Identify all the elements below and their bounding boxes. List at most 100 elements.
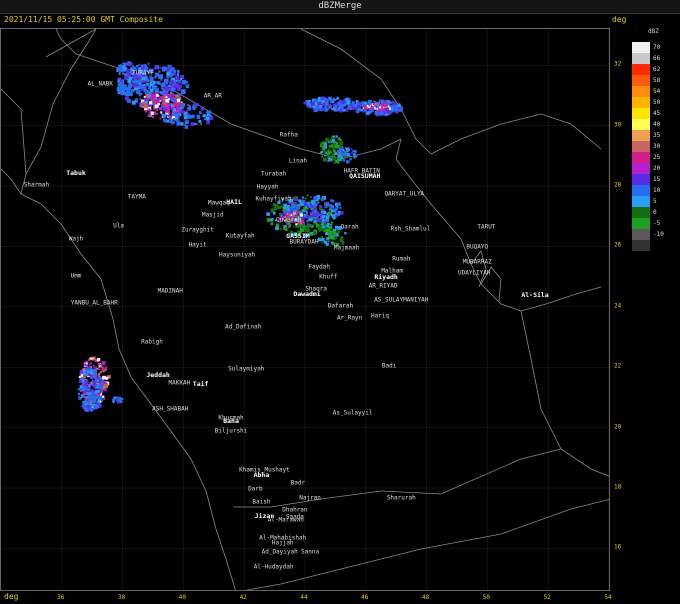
radar-echo-pixel <box>349 100 351 102</box>
radar-echo-pixel <box>321 228 324 231</box>
radar-echo-pixel <box>202 114 206 118</box>
lon-tick-label: 46 <box>361 594 369 601</box>
radar-echo-pixel <box>163 118 168 123</box>
radar-echo-pixel <box>332 231 337 236</box>
radar-echo-pixel <box>180 122 184 126</box>
radar-echo-pixel <box>384 107 386 110</box>
radar-echo-pixel <box>374 111 379 116</box>
radar-echo-pixel <box>148 112 151 116</box>
radar-echo-pixel <box>301 216 305 220</box>
radar-echo-pixel <box>102 375 106 380</box>
radar-echo-pixel <box>350 147 353 150</box>
radar-echo-pixel <box>155 93 159 97</box>
legend-value: 50 <box>653 99 661 106</box>
radar-echo-pixel <box>344 153 347 156</box>
radar-echo-pixel <box>104 384 109 388</box>
legend-row: 35 <box>632 130 678 141</box>
place-label: AR_AR <box>203 92 222 100</box>
radar-echo-pixel <box>176 98 181 103</box>
radar-echo-pixel <box>340 152 343 155</box>
radar-echo-pixel <box>173 94 176 96</box>
legend-swatch <box>632 86 650 97</box>
radar-echo-pixel <box>177 112 180 115</box>
radar-echo-pixel <box>325 215 330 220</box>
radar-echo-pixel <box>352 103 356 107</box>
radar-echo-pixel <box>122 72 124 75</box>
radar-echo-pixel <box>325 242 329 246</box>
radar-echo-pixel <box>120 93 123 96</box>
radar-echo-pixel <box>100 365 103 368</box>
radar-echo-pixel <box>321 143 324 147</box>
lon-tick-label: 50 <box>482 594 491 601</box>
radar-echo-pixel <box>339 138 342 141</box>
place-label: Kuhayfiyah <box>255 195 292 203</box>
radar-echo-pixel <box>317 226 322 230</box>
radar-echo-pixel <box>126 68 130 73</box>
radar-echo-pixel <box>195 123 198 125</box>
radar-echo-pixel <box>94 378 97 380</box>
radar-echo-pixel <box>89 402 92 405</box>
radar-echo-pixel <box>78 380 82 384</box>
radar-echo-pixel <box>328 226 333 230</box>
radar-echo-pixel <box>103 398 106 400</box>
legend-value: 62 <box>653 66 661 73</box>
radar-echo-pixel <box>198 119 202 123</box>
radar-echo-pixel <box>186 107 189 110</box>
radar-echo-pixel <box>394 105 398 108</box>
radar-echo-pixel <box>97 363 101 366</box>
place-label: Ar_Rayn <box>336 314 363 322</box>
radar-echo-pixel <box>379 106 382 109</box>
radar-echo-pixel <box>136 90 140 95</box>
radar-echo-pixel <box>152 116 155 119</box>
radar-echo-pixel <box>154 80 157 83</box>
place-label: HAFR_BATIN <box>343 167 380 175</box>
radar-echo-pixel <box>398 103 401 106</box>
radar-echo-pixel <box>181 101 183 103</box>
radar-echo-pixel <box>141 105 145 108</box>
radar-echo-pixel <box>168 112 171 115</box>
radar-echo-pixel <box>180 89 186 94</box>
radar-echo-pixel <box>342 147 344 149</box>
legend-value: -5 <box>653 220 661 227</box>
radar-echo-pixel <box>85 384 89 388</box>
radar-echo-pixel <box>122 65 126 69</box>
radar-echo-pixel <box>153 83 156 86</box>
place-label: Ula <box>113 222 124 230</box>
radar-echo-pixel <box>169 117 171 120</box>
radar-echo-pixel <box>163 92 166 95</box>
radar-echo-pixel <box>305 206 308 209</box>
radar-echo-pixel <box>301 209 304 212</box>
legend-value: 54 <box>653 88 661 95</box>
timestamp-label: 2021/11/15 05:25:00 GMT Composite <box>4 15 163 24</box>
radar-echo-pixel <box>306 219 309 223</box>
radar-echo-pixel <box>159 117 162 120</box>
radar-echo-pixel <box>338 145 342 148</box>
radar-echo-pixel <box>99 371 102 374</box>
legend-swatch <box>632 64 650 75</box>
radar-echo-pixel <box>337 157 340 161</box>
radar-echo-pixel <box>322 215 325 219</box>
place-label: Dhahran <box>282 506 308 514</box>
radar-echo-pixel <box>329 104 331 107</box>
radar-echo-pixel <box>279 228 282 231</box>
radar-echo-pixel <box>332 157 336 161</box>
radar-echo-pixel <box>92 399 96 403</box>
radar-echo-pixel <box>309 100 312 102</box>
place-label: Rsh_Shamlul <box>390 225 431 233</box>
radar-echo-pixel <box>352 153 355 156</box>
lon-tick-label: 40 <box>178 594 187 601</box>
place-label: Baha <box>223 416 239 425</box>
radar-echo-pixel <box>316 100 319 103</box>
radar-echo-pixel <box>372 109 375 112</box>
radar-echo-pixel <box>180 109 185 114</box>
radar-echo-pixel <box>330 221 333 224</box>
legend-value: 58 <box>653 77 661 84</box>
radar-echo-pixel <box>171 72 174 75</box>
radar-echo-pixel <box>184 125 189 129</box>
radar-echo-pixel <box>86 379 88 382</box>
radar-echo-pixel <box>78 375 82 379</box>
radar-echo-pixel <box>379 99 382 102</box>
radar-echo-pixel <box>176 73 179 76</box>
radar-echo-pixel <box>175 116 178 120</box>
legend-row: 40 <box>632 119 678 130</box>
